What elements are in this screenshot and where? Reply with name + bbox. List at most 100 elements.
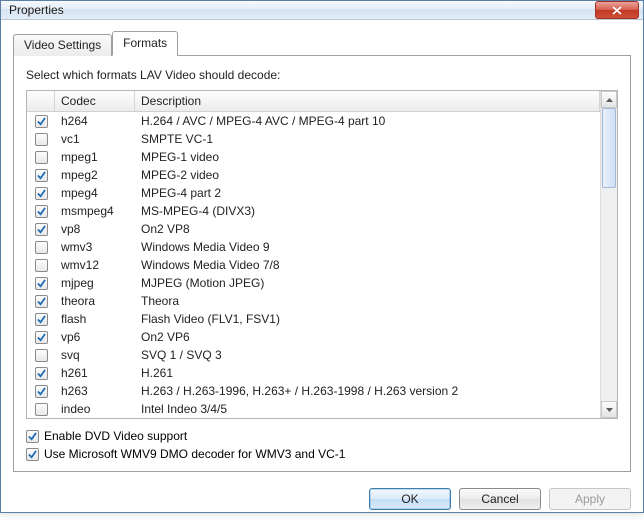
row-codec: vc1 bbox=[55, 132, 135, 146]
row-description: MJPEG (Motion JPEG) bbox=[135, 276, 600, 290]
row-codec: wmv3 bbox=[55, 240, 135, 254]
ok-button[interactable]: OK bbox=[369, 488, 451, 510]
row-codec: indeo bbox=[55, 402, 135, 416]
table-row[interactable]: h263H.263 / H.263-1996, H.263+ / H.263-1… bbox=[27, 382, 600, 400]
row-codec: mjpeg bbox=[55, 276, 135, 290]
row-codec: svq bbox=[55, 348, 135, 362]
options-area: Enable DVD Video support Use Microsoft W… bbox=[26, 429, 618, 461]
row-checkbox[interactable] bbox=[35, 349, 48, 362]
row-codec: wmv12 bbox=[55, 258, 135, 272]
row-description: H.261 bbox=[135, 366, 600, 380]
row-codec: vp8 bbox=[55, 222, 135, 236]
row-checkbox[interactable] bbox=[35, 277, 48, 290]
row-description: Theora bbox=[135, 294, 600, 308]
row-checkbox[interactable] bbox=[35, 331, 48, 344]
row-checkbox[interactable] bbox=[35, 367, 48, 380]
tabstrip: Video Settings Formats bbox=[13, 30, 631, 55]
table-row[interactable]: vp8On2 VP8 bbox=[27, 220, 600, 238]
row-checkbox[interactable] bbox=[35, 313, 48, 326]
vertical-scrollbar[interactable] bbox=[600, 91, 617, 418]
table-row[interactable]: mpeg1MPEG-1 video bbox=[27, 148, 600, 166]
row-description: H.264 / AVC / MPEG-4 AVC / MPEG-4 part 1… bbox=[135, 114, 600, 128]
tab-formats[interactable]: Formats bbox=[112, 31, 178, 56]
row-codec: msmpeg4 bbox=[55, 204, 135, 218]
scroll-thumb[interactable] bbox=[602, 108, 616, 188]
codec-list-inner: Codec Description h264H.264 / AVC / MPEG… bbox=[27, 91, 600, 418]
row-checkbox[interactable] bbox=[35, 205, 48, 218]
row-description: MS-MPEG-4 (DIVX3) bbox=[135, 204, 600, 218]
table-row[interactable]: wmv12Windows Media Video 7/8 bbox=[27, 256, 600, 274]
properties-dialog: Properties Video Settings Formats Select… bbox=[0, 0, 644, 513]
scroll-down-button[interactable] bbox=[601, 401, 617, 418]
dvd-support-checkbox[interactable] bbox=[26, 430, 39, 443]
tab-video-settings[interactable]: Video Settings bbox=[13, 34, 112, 56]
table-row[interactable]: mpeg2MPEG-2 video bbox=[27, 166, 600, 184]
row-description: On2 VP8 bbox=[135, 222, 600, 236]
table-row[interactable]: vc1SMPTE VC-1 bbox=[27, 130, 600, 148]
table-row[interactable]: theoraTheora bbox=[27, 292, 600, 310]
row-description: H.263 / H.263-1996, H.263+ / H.263-1998 … bbox=[135, 384, 600, 398]
list-body: h264H.264 / AVC / MPEG-4 AVC / MPEG-4 pa… bbox=[27, 112, 600, 418]
apply-button[interactable]: Apply bbox=[549, 488, 631, 510]
window-title: Properties bbox=[9, 3, 595, 17]
close-button[interactable] bbox=[595, 1, 639, 19]
dvd-support-label: Enable DVD Video support bbox=[44, 429, 187, 443]
row-description: On2 VP6 bbox=[135, 330, 600, 344]
table-row[interactable]: indeoIntel Indeo 3/4/5 bbox=[27, 400, 600, 418]
row-checkbox[interactable] bbox=[35, 169, 48, 182]
row-description: Intel Indeo 3/4/5 bbox=[135, 402, 600, 416]
codec-listview: Codec Description h264H.264 / AVC / MPEG… bbox=[26, 90, 618, 419]
scroll-up-button[interactable] bbox=[601, 91, 617, 108]
dialog-button-bar: OK Cancel Apply bbox=[1, 480, 643, 520]
row-checkbox[interactable] bbox=[35, 115, 48, 128]
table-row[interactable]: mjpegMJPEG (Motion JPEG) bbox=[27, 274, 600, 292]
row-checkbox[interactable] bbox=[35, 403, 48, 416]
header-codec[interactable]: Codec bbox=[55, 91, 135, 111]
row-checkbox[interactable] bbox=[35, 295, 48, 308]
table-row[interactable]: h261H.261 bbox=[27, 364, 600, 382]
row-checkbox[interactable] bbox=[35, 151, 48, 164]
table-row[interactable]: msmpeg4MS-MPEG-4 (DIVX3) bbox=[27, 202, 600, 220]
tab-panel-formats: Select which formats LAV Video should de… bbox=[13, 55, 631, 472]
row-codec: h261 bbox=[55, 366, 135, 380]
row-codec: h264 bbox=[55, 114, 135, 128]
table-row[interactable]: mpeg4MPEG-4 part 2 bbox=[27, 184, 600, 202]
row-checkbox[interactable] bbox=[35, 133, 48, 146]
table-row[interactable]: h264H.264 / AVC / MPEG-4 AVC / MPEG-4 pa… bbox=[27, 112, 600, 130]
table-row[interactable]: flashFlash Video (FLV1, FSV1) bbox=[27, 310, 600, 328]
row-codec: vp6 bbox=[55, 330, 135, 344]
chevron-down-icon bbox=[606, 408, 613, 412]
list-header: Codec Description bbox=[27, 91, 600, 112]
row-description: MPEG-2 video bbox=[135, 168, 600, 182]
row-checkbox[interactable] bbox=[35, 385, 48, 398]
header-description[interactable]: Description bbox=[135, 91, 600, 111]
row-description: Windows Media Video 9 bbox=[135, 240, 600, 254]
row-codec: mpeg1 bbox=[55, 150, 135, 164]
wmv9-dmo-label: Use Microsoft WMV9 DMO decoder for WMV3 … bbox=[44, 447, 345, 461]
header-checkbox-col[interactable] bbox=[27, 91, 55, 111]
table-row[interactable]: svqSVQ 1 / SVQ 3 bbox=[27, 346, 600, 364]
cancel-button[interactable]: Cancel bbox=[459, 488, 541, 510]
table-row[interactable]: vp6On2 VP6 bbox=[27, 328, 600, 346]
titlebar: Properties bbox=[1, 1, 643, 20]
instruction-text: Select which formats LAV Video should de… bbox=[26, 68, 618, 82]
scroll-track[interactable] bbox=[601, 108, 617, 401]
chevron-up-icon bbox=[606, 98, 613, 102]
row-checkbox[interactable] bbox=[35, 259, 48, 272]
row-checkbox[interactable] bbox=[35, 241, 48, 254]
option-dvd-support: Enable DVD Video support bbox=[26, 429, 618, 443]
row-description: SVQ 1 / SVQ 3 bbox=[135, 348, 600, 362]
row-description: Flash Video (FLV1, FSV1) bbox=[135, 312, 600, 326]
client-area: Video Settings Formats Select which form… bbox=[1, 20, 643, 480]
row-description: MPEG-4 part 2 bbox=[135, 186, 600, 200]
option-wmv9-dmo: Use Microsoft WMV9 DMO decoder for WMV3 … bbox=[26, 447, 618, 461]
wmv9-dmo-checkbox[interactable] bbox=[26, 448, 39, 461]
row-codec: theora bbox=[55, 294, 135, 308]
row-description: SMPTE VC-1 bbox=[135, 132, 600, 146]
row-checkbox[interactable] bbox=[35, 187, 48, 200]
table-row[interactable]: wmv3Windows Media Video 9 bbox=[27, 238, 600, 256]
close-icon bbox=[612, 6, 622, 15]
row-codec: mpeg4 bbox=[55, 186, 135, 200]
row-description: MPEG-1 video bbox=[135, 150, 600, 164]
row-checkbox[interactable] bbox=[35, 223, 48, 236]
